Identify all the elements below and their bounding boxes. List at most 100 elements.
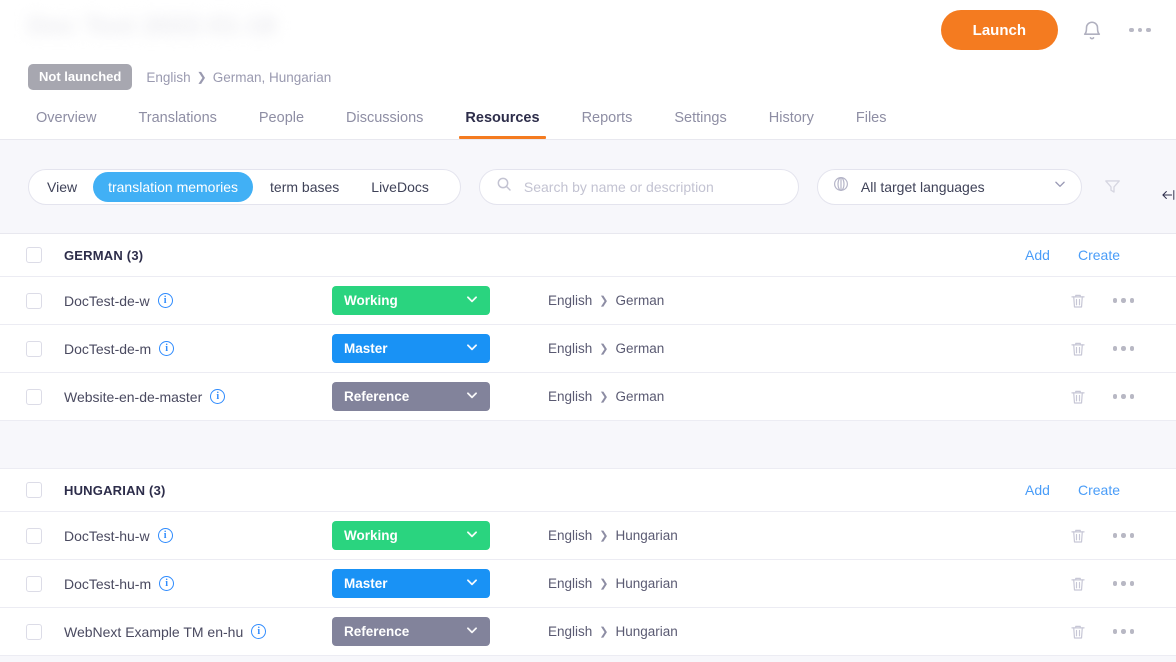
row-source-language: English: [548, 389, 592, 404]
launch-button[interactable]: Launch: [941, 10, 1058, 50]
tab-history[interactable]: History: [755, 110, 828, 139]
row-source-language: English: [548, 293, 592, 308]
search-box[interactable]: [479, 169, 799, 205]
mouse-cursor: [1162, 188, 1176, 202]
view-label: View: [29, 179, 91, 195]
row-target-language: Hungarian: [616, 528, 678, 543]
row-more-icon[interactable]: [1113, 533, 1135, 538]
chevron-right-icon: ❯: [599, 342, 608, 355]
row-select-checkbox[interactable]: [26, 293, 42, 309]
row-target-language: Hungarian: [616, 624, 678, 639]
more-horizontal-icon[interactable]: [1126, 15, 1154, 45]
table-row: DocTest-hu-m i Master English ❯ Hungaria…: [0, 560, 1176, 608]
globe-icon: [832, 175, 850, 198]
row-more-icon[interactable]: [1113, 394, 1135, 399]
main-tabs: Overview Translations People Discussions…: [22, 110, 915, 139]
group-select-checkbox[interactable]: [26, 482, 42, 498]
tab-files[interactable]: Files: [842, 110, 901, 139]
chevron-right-icon: ❯: [599, 390, 608, 403]
row-source-language: English: [548, 624, 592, 639]
delete-icon[interactable]: [1069, 292, 1087, 310]
chevron-right-icon: ❯: [599, 625, 608, 638]
resource-name: DocTest-hu-m: [64, 576, 151, 592]
chevron-down-icon: [465, 575, 479, 592]
target-languages-label: German, Hungarian: [213, 70, 332, 85]
page-title: Doc Test 2022-01-18: [28, 12, 276, 41]
list-bottom-strip: [0, 656, 1176, 662]
status-label: Working: [344, 293, 398, 308]
group-separator: [0, 421, 1176, 469]
info-icon[interactable]: i: [159, 576, 174, 591]
status-dropdown[interactable]: Master: [332, 334, 490, 363]
target-language-filter-value: All target languages: [861, 179, 1042, 195]
delete-icon[interactable]: [1069, 575, 1087, 593]
status-dropdown[interactable]: Reference: [332, 382, 490, 411]
breadcrumb: Not launched English ❯ German, Hungarian: [28, 64, 331, 90]
status-badge: Not launched: [28, 64, 132, 90]
status-dropdown[interactable]: Working: [332, 286, 490, 315]
row-target-language: German: [616, 293, 665, 308]
row-select-checkbox[interactable]: [26, 528, 42, 544]
filter-funnel-icon[interactable]: [1100, 174, 1126, 200]
create-link[interactable]: Create: [1078, 247, 1120, 263]
row-more-icon[interactable]: [1113, 346, 1135, 351]
row-more-icon[interactable]: [1113, 298, 1135, 303]
table-row: DocTest-de-m i Master English ❯ German: [0, 325, 1176, 373]
tab-overview[interactable]: Overview: [22, 110, 110, 139]
group-title: HUNGARIAN (3): [64, 483, 166, 498]
chevron-down-icon: [465, 292, 479, 309]
info-icon[interactable]: i: [251, 624, 266, 639]
segment-livedocs[interactable]: LiveDocs: [356, 172, 444, 202]
row-select-checkbox[interactable]: [26, 341, 42, 357]
tab-resources[interactable]: Resources: [451, 110, 553, 139]
delete-icon[interactable]: [1069, 527, 1087, 545]
chevron-right-icon: ❯: [197, 70, 207, 84]
resource-name: Website-en-de-master: [64, 389, 202, 405]
create-link[interactable]: Create: [1078, 482, 1120, 498]
row-select-checkbox[interactable]: [26, 624, 42, 640]
chevron-down-icon: [465, 623, 479, 640]
row-more-icon[interactable]: [1113, 629, 1135, 634]
status-dropdown[interactable]: Master: [332, 569, 490, 598]
delete-icon[interactable]: [1069, 388, 1087, 406]
info-icon[interactable]: i: [210, 389, 225, 404]
resource-name: DocTest-de-w: [64, 293, 150, 309]
tab-discussions[interactable]: Discussions: [332, 110, 437, 139]
group-title: GERMAN (3): [64, 248, 143, 263]
row-more-icon[interactable]: [1113, 581, 1135, 586]
status-dropdown[interactable]: Reference: [332, 617, 490, 646]
delete-icon[interactable]: [1069, 623, 1087, 641]
group-header-hungarian: HUNGARIAN (3) Add Create: [0, 469, 1176, 512]
delete-icon[interactable]: [1069, 340, 1087, 358]
add-link[interactable]: Add: [1025, 482, 1050, 498]
segment-term-bases[interactable]: term bases: [255, 172, 354, 202]
row-select-checkbox[interactable]: [26, 576, 42, 592]
chevron-down-icon: [465, 388, 479, 405]
target-language-filter[interactable]: All target languages: [817, 169, 1082, 205]
row-source-language: English: [548, 341, 592, 356]
view-segmented-control: View translation memories term bases Liv…: [28, 169, 461, 205]
chevron-down-icon: [1053, 177, 1067, 196]
info-icon[interactable]: i: [158, 528, 173, 543]
chevron-right-icon: ❯: [599, 529, 608, 542]
header-actions: Launch: [941, 10, 1154, 50]
tab-people[interactable]: People: [245, 110, 318, 139]
status-dropdown[interactable]: Working: [332, 521, 490, 550]
chevron-down-icon: [465, 340, 479, 357]
search-input[interactable]: [524, 179, 782, 195]
table-row: Website-en-de-master i Reference English…: [0, 373, 1176, 421]
row-source-language: English: [548, 528, 592, 543]
page-header: Doc Test 2022-01-18 Not launched English…: [0, 0, 1176, 140]
info-icon[interactable]: i: [158, 293, 173, 308]
search-icon: [496, 176, 512, 197]
row-select-checkbox[interactable]: [26, 389, 42, 405]
tab-settings[interactable]: Settings: [660, 110, 740, 139]
add-link[interactable]: Add: [1025, 247, 1050, 263]
bell-icon[interactable]: [1078, 15, 1106, 45]
segment-translation-memories[interactable]: translation memories: [93, 172, 253, 202]
tab-reports[interactable]: Reports: [568, 110, 647, 139]
group-select-checkbox[interactable]: [26, 247, 42, 263]
resource-name: WebNext Example TM en-hu: [64, 624, 243, 640]
info-icon[interactable]: i: [159, 341, 174, 356]
tab-translations[interactable]: Translations: [124, 110, 230, 139]
